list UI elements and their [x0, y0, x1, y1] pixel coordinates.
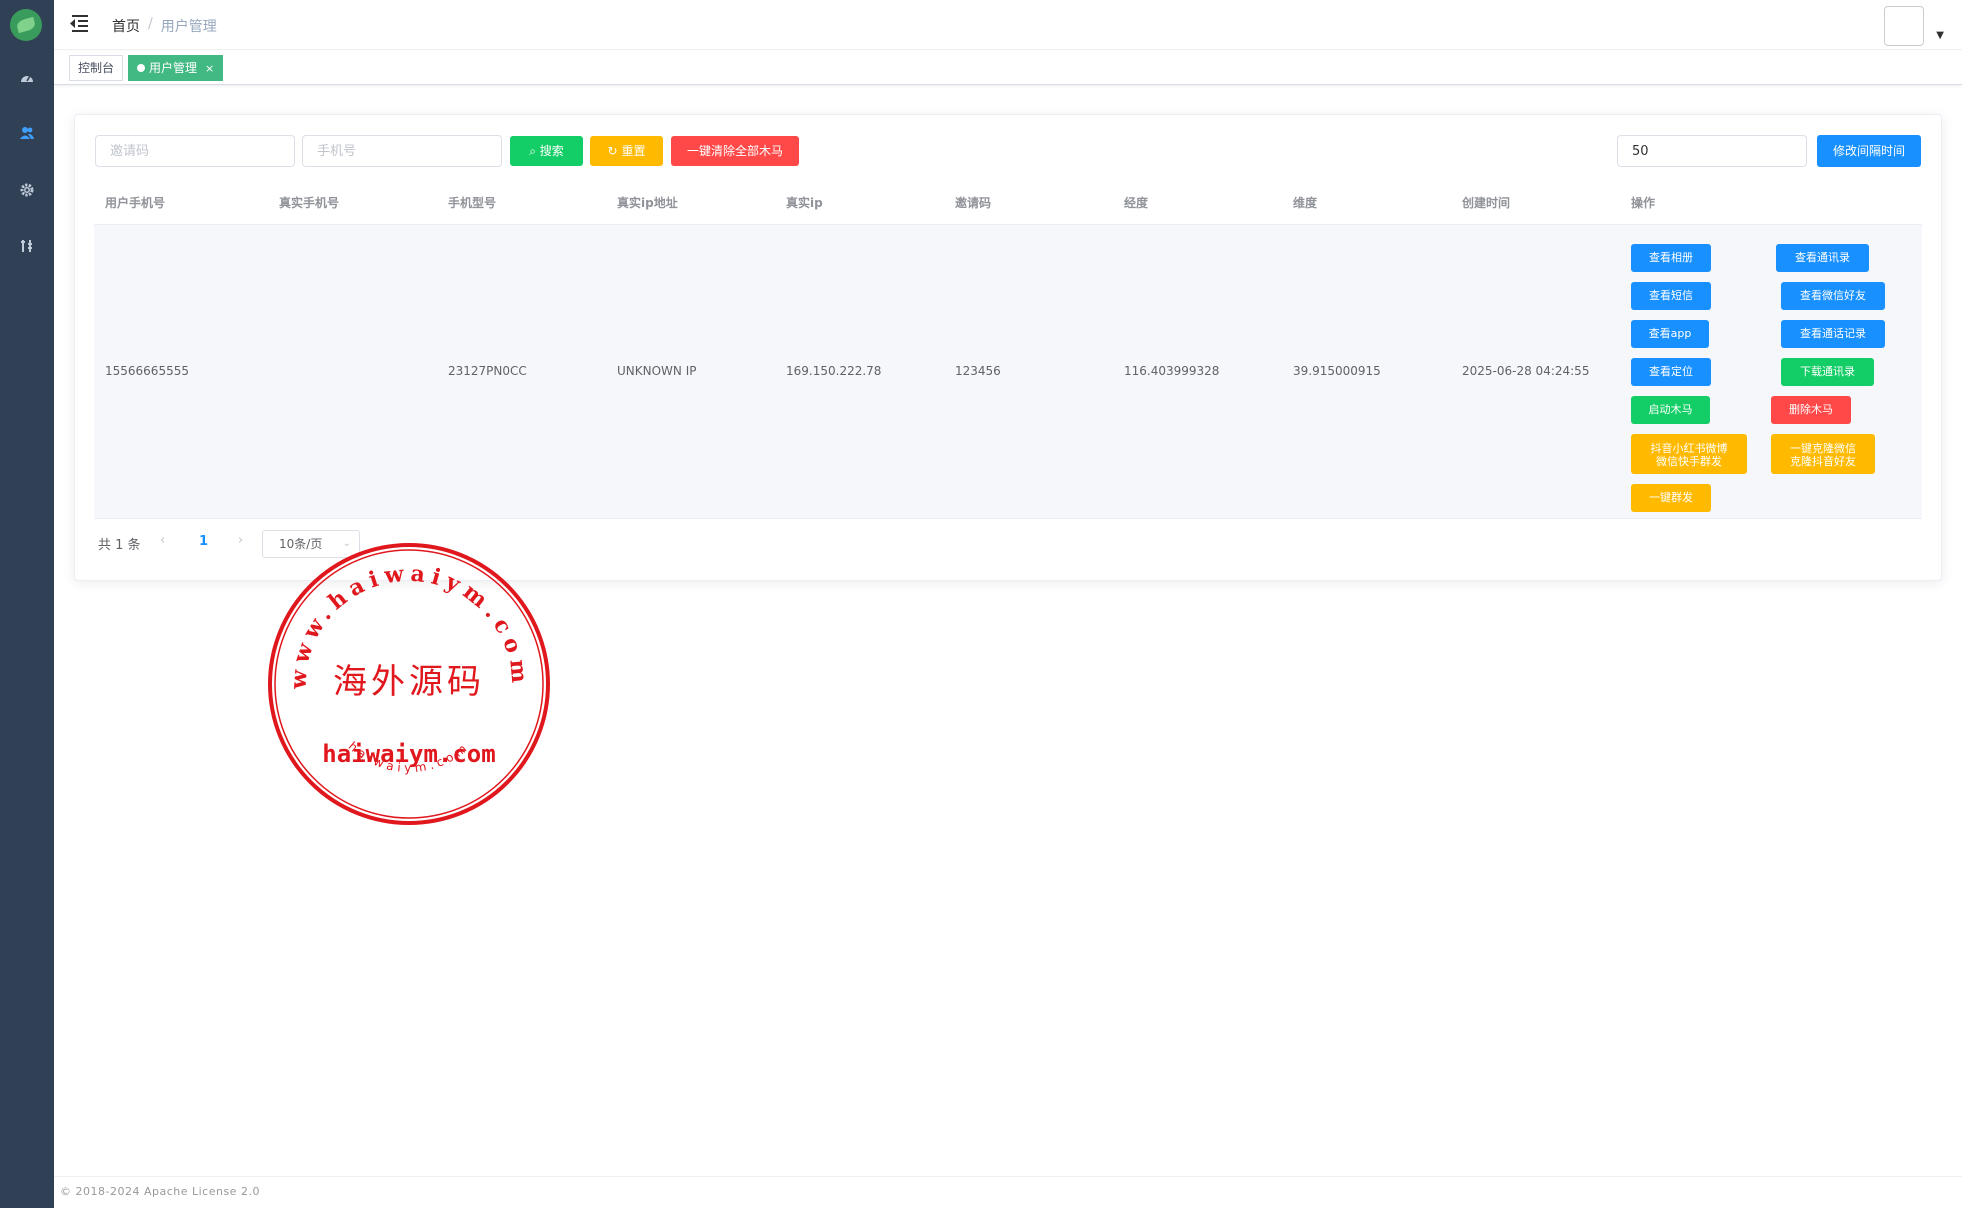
clear-all-trojans-button[interactable]: 一键清除全部木马: [671, 136, 799, 166]
cell-user-phone: 15566665555: [105, 364, 189, 378]
breadcrumb: 首页 / 用户管理: [112, 16, 217, 36]
cell-longitude: 116.403999328: [1124, 364, 1220, 378]
search-icon: ⌕: [529, 144, 536, 158]
clone-friends-line2: 克隆抖音好友: [1790, 455, 1856, 468]
interval-input[interactable]: [1617, 135, 1807, 167]
column-header: 真实ip: [786, 196, 823, 210]
download-contacts-button[interactable]: 下载通讯录: [1781, 358, 1874, 386]
next-page-icon[interactable]: ›: [238, 533, 243, 548]
top-navbar: 首页 / 用户管理 ▼: [54, 0, 1962, 50]
tag-dashboard-label: 控制台: [78, 61, 115, 75]
column-header: 用户手机号: [105, 196, 166, 210]
user-avatar[interactable]: [1884, 6, 1924, 46]
social-mass-send-line2: 微信快手群发: [1656, 455, 1722, 468]
clone-friends-button[interactable]: 一键克隆微信 克隆抖音好友: [1771, 434, 1875, 474]
hamburger-menu-icon[interactable]: [70, 15, 88, 32]
tools-icon[interactable]: [17, 236, 37, 256]
social-mass-send-line1: 抖音小红书微博: [1650, 442, 1728, 455]
settings-gear-icon[interactable]: [17, 180, 37, 200]
view-call-log-button[interactable]: 查看通话记录: [1781, 320, 1885, 348]
breadcrumb-separator: /: [148, 16, 153, 32]
view-contacts-button[interactable]: 查看通讯录: [1776, 244, 1869, 272]
tag-users[interactable]: 用户管理 ×: [128, 55, 224, 81]
social-mass-send-button[interactable]: 抖音小红书微博 微信快手群发: [1631, 434, 1747, 474]
start-trojan-button[interactable]: 启动木马: [1631, 396, 1710, 424]
column-header: 创建时间: [1462, 196, 1511, 210]
tag-dashboard[interactable]: 控制台: [69, 55, 124, 81]
column-header: 手机型号: [448, 196, 497, 210]
cell-ip: 169.150.222.78: [786, 364, 882, 378]
phone-input[interactable]: [302, 135, 502, 167]
column-header: 维度: [1293, 196, 1318, 210]
watermark-stamp: www.haiwaiym.com 海外源码 haiwaiym.com haiwa…: [266, 541, 552, 827]
app-logo[interactable]: [10, 9, 42, 41]
column-header: 真实ip地址: [617, 196, 678, 210]
column-header: 真实手机号: [279, 196, 340, 210]
reset-button-label: 重置: [621, 144, 646, 158]
dashboard-icon[interactable]: [17, 68, 37, 88]
column-header: 操作: [1631, 196, 1656, 210]
column-header: 经度: [1124, 196, 1149, 210]
view-app-button[interactable]: 查看app: [1631, 320, 1709, 348]
cell-phone-model: 23127PN0CC: [448, 364, 527, 378]
footer-copyright: © 2018-2024 Apache License 2.0: [54, 1176, 1962, 1208]
caret-down-icon[interactable]: ▼: [1936, 30, 1944, 41]
stamp-center-text: 海外源码: [333, 662, 485, 702]
tags-view: 控制台 用户管理 ×: [54, 51, 1962, 85]
reset-button[interactable]: ↻ 重置: [590, 136, 663, 166]
modify-interval-button[interactable]: 修改间隔时间: [1817, 135, 1921, 167]
cell-invite-code: 123456: [955, 364, 1001, 378]
view-wechat-friends-button[interactable]: 查看微信好友: [1781, 282, 1885, 310]
breadcrumb-home-link[interactable]: 首页: [112, 16, 140, 36]
view-location-button[interactable]: 查看定位: [1631, 358, 1711, 386]
active-dot-icon: [137, 63, 145, 72]
pagination-total: 共 1 条: [98, 538, 141, 553]
close-icon[interactable]: ×: [205, 62, 214, 75]
page-number-1[interactable]: 1: [199, 534, 208, 549]
breadcrumb-current: 用户管理: [160, 19, 217, 35]
mass-send-button[interactable]: 一键群发: [1631, 484, 1711, 512]
delete-trojan-button[interactable]: 删除木马: [1771, 396, 1851, 424]
users-icon[interactable]: [17, 123, 37, 143]
clone-friends-line1: 一键克隆微信: [1790, 442, 1856, 455]
refresh-icon: ↻: [607, 144, 618, 158]
view-album-button[interactable]: 查看相册: [1631, 244, 1711, 272]
search-button-label: 搜索: [539, 144, 564, 158]
cell-ip-address: UNKNOWN IP: [617, 364, 697, 378]
view-sms-button[interactable]: 查看短信: [1631, 282, 1711, 310]
sidebar: [0, 0, 54, 1208]
cell-latitude: 39.915000915: [1293, 364, 1381, 378]
tag-users-label: 用户管理: [149, 61, 198, 75]
prev-page-icon[interactable]: ‹: [160, 533, 165, 548]
column-header: 邀请码: [955, 196, 992, 210]
cell-created-time: 2025-06-28 04:24:55: [1462, 364, 1590, 378]
invite-code-input[interactable]: [95, 135, 295, 167]
search-button[interactable]: ⌕ 搜索: [510, 136, 583, 166]
